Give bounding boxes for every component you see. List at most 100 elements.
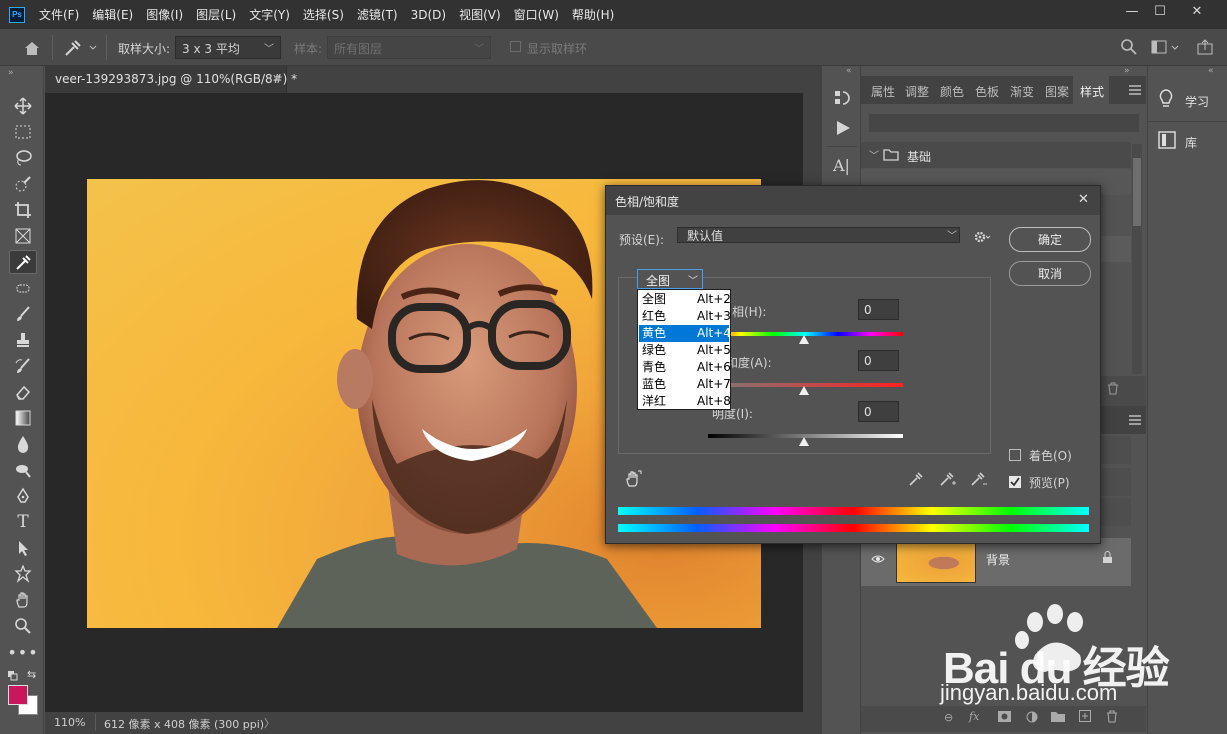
eyedropper-tool-preset[interactable] — [62, 37, 98, 59]
lock-icon[interactable] — [1102, 551, 1113, 567]
dropdown-item-master[interactable]: 全图 Alt+2 — [639, 291, 731, 308]
status-menu-icon[interactable]: 〉 — [264, 715, 275, 731]
new-layer-icon[interactable] — [1079, 710, 1091, 725]
menu-window[interactable]: 窗口(W) — [514, 6, 559, 23]
hue-input[interactable]: 0 — [858, 299, 899, 320]
menu-edit[interactable]: 编辑(E) — [92, 6, 133, 23]
dialog-title-bar[interactable]: 色相/饱和度 — [606, 186, 1100, 215]
channel-select[interactable]: 全图 ﹀ — [637, 269, 703, 289]
share-icon[interactable] — [1196, 38, 1214, 59]
dropdown-item-reds[interactable]: 红色 Alt+3 — [639, 308, 731, 325]
layers-menu-icon[interactable] — [1129, 414, 1141, 428]
clone-stamp-tool-icon[interactable] — [9, 328, 37, 352]
tab-patterns[interactable]: 图案 — [1045, 83, 1069, 100]
dropdown-item-yellows[interactable]: 黄色 Alt+4 — [639, 325, 731, 342]
restore-button[interactable]: ☐ — [1143, 0, 1177, 22]
chevron-down-icon[interactable]: ﹀ — [869, 147, 879, 162]
collapse-icon[interactable]: » — [8, 68, 14, 78]
panel-menu-icon[interactable] — [1129, 84, 1141, 98]
dropdown-item-blues[interactable]: 蓝色 Alt+7 — [639, 376, 731, 393]
lightness-slider-thumb[interactable] — [799, 437, 809, 446]
sample-size-select[interactable]: 3 x 3 平均 ﹀ — [175, 36, 281, 59]
targeted-adjustment-hand-icon[interactable] — [624, 470, 642, 491]
scrollbar-thumb[interactable] — [1133, 158, 1141, 226]
pen-tool-icon[interactable] — [9, 484, 37, 508]
close-tab-icon[interactable]: ✕ — [272, 72, 281, 85]
group-folder-icon[interactable] — [1051, 711, 1065, 725]
dropdown-item-greens[interactable]: 绿色 Alt+5 — [639, 342, 731, 359]
workspace-icon[interactable] — [1150, 38, 1182, 59]
menu-help[interactable]: 帮助(H) — [572, 6, 614, 23]
delete-layer-icon[interactable] — [1106, 710, 1118, 726]
healing-brush-tool-icon[interactable] — [9, 276, 37, 300]
tab-gradients[interactable]: 渐变 — [1010, 83, 1034, 100]
history-brush-tool-icon[interactable] — [9, 354, 37, 378]
menu-image[interactable]: 图像(I) — [146, 6, 183, 23]
tab-adjustments[interactable]: 调整 — [905, 83, 929, 100]
lightness-input[interactable]: 0 — [858, 401, 899, 422]
menu-type[interactable]: 文字(Y) — [249, 6, 290, 23]
dialog-close-icon[interactable]: ✕ — [1078, 192, 1089, 207]
menu-select[interactable]: 选择(S) — [303, 6, 344, 23]
move-tool-icon[interactable] — [9, 94, 37, 118]
layer-name[interactable]: 背景 — [986, 551, 1010, 568]
blur-tool-icon[interactable] — [9, 432, 37, 456]
crop-tool-icon[interactable] — [9, 198, 37, 222]
cancel-button[interactable]: 取消 — [1009, 261, 1091, 286]
preset-options-gear-icon[interactable] — [974, 230, 992, 247]
link-layers-icon[interactable]: ⊖ — [944, 711, 953, 724]
sample-select[interactable]: 所有图层 ﹀ — [327, 36, 491, 59]
saturation-slider-thumb[interactable] — [799, 386, 809, 395]
dropdown-item-magentas[interactable]: 洋红 Alt+8 — [639, 393, 731, 410]
dropdown-item-cyans[interactable]: 青色 Alt+6 — [639, 359, 731, 376]
more-tools-icon[interactable]: ••• — [7, 640, 37, 664]
adjustment-layer-icon[interactable] — [1026, 711, 1038, 726]
close-window-button[interactable]: ✕ — [1180, 0, 1214, 22]
mask-icon[interactable] — [998, 711, 1011, 725]
preview-checkbox[interactable] — [1009, 476, 1021, 488]
eyedropper-plus-icon[interactable] — [939, 471, 957, 490]
saturation-input[interactable]: 0 — [858, 350, 899, 371]
ok-button[interactable]: 确定 — [1009, 227, 1091, 252]
home-icon[interactable] — [20, 37, 44, 59]
tab-swatches[interactable]: 色板 — [975, 83, 999, 100]
trash-icon[interactable] — [1107, 382, 1119, 398]
menu-file[interactable]: 文件(F) — [39, 6, 79, 23]
document-tab[interactable]: veer-139293873.jpg @ 110%(RGB/8#) * ✕ — [45, 66, 297, 93]
fx-icon[interactable]: fx — [969, 710, 979, 723]
hand-tool-icon[interactable] — [9, 588, 37, 612]
collapse-icon[interactable]: « — [1208, 66, 1214, 76]
library-button[interactable]: 库 — [1148, 126, 1227, 158]
collapse-icon[interactable]: » — [1124, 66, 1130, 76]
show-ring-checkbox[interactable] — [510, 41, 521, 52]
preset-select[interactable]: 默认值 ﹀ — [677, 227, 960, 243]
history-panel-icon[interactable] — [833, 88, 851, 111]
menu-view[interactable]: 视图(V) — [459, 6, 501, 23]
menu-3d[interactable]: 3D(D) — [411, 8, 446, 22]
hue-slider-thumb[interactable] — [799, 335, 809, 344]
gradient-tool-icon[interactable] — [9, 406, 37, 430]
shape-tool-icon[interactable] — [9, 562, 37, 586]
menu-layer[interactable]: 图层(L) — [196, 6, 236, 23]
marquee-tool-icon[interactable] — [9, 120, 37, 144]
tab-styles[interactable]: 样式 — [1080, 83, 1104, 100]
path-selection-tool-icon[interactable] — [9, 536, 37, 560]
type-tool-icon[interactable]: T — [9, 510, 37, 534]
eyedropper-icon[interactable] — [908, 471, 924, 490]
frame-tool-icon[interactable] — [9, 224, 37, 248]
eyedropper-minus-icon[interactable] — [970, 471, 988, 490]
character-panel-icon[interactable]: A| — [833, 156, 850, 175]
zoom-tool-icon[interactable] — [9, 614, 37, 638]
zoom-level[interactable]: 110% — [54, 716, 85, 729]
play-actions-icon[interactable] — [835, 120, 851, 139]
eye-icon[interactable] — [871, 553, 885, 567]
colorize-checkbox[interactable] — [1009, 449, 1021, 461]
brush-tool-icon[interactable] — [9, 302, 37, 326]
eyedropper-tool-icon[interactable] — [9, 250, 37, 274]
styles-search-bar[interactable] — [869, 114, 1139, 132]
lasso-tool-icon[interactable] — [9, 146, 37, 170]
foreground-color-swatch[interactable] — [8, 685, 28, 705]
tab-properties[interactable]: 属性 — [871, 83, 895, 100]
search-icon[interactable] — [1120, 38, 1138, 59]
eraser-tool-icon[interactable] — [9, 380, 37, 404]
